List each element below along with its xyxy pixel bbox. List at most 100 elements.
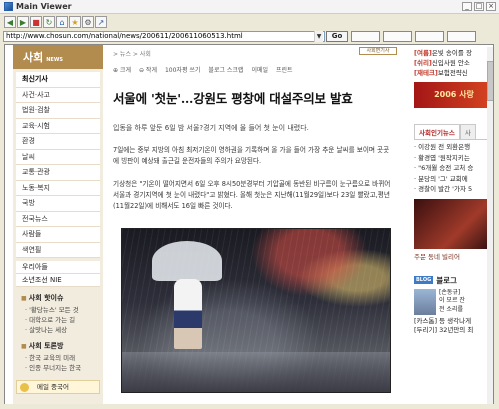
nav-list-secondary: 우리아들 소년조선 NIE xyxy=(16,261,100,287)
article-tool[interactable]: ⊖ 작게 xyxy=(139,65,157,74)
minimize-button[interactable]: _ xyxy=(462,2,472,11)
nav-item[interactable]: 노동·복지 xyxy=(16,181,100,196)
nav-item[interactable]: 색연필 xyxy=(16,243,100,258)
top-link[interactable]: [쉬리]신입사원 안소 xyxy=(414,58,493,68)
article-tool[interactable]: 블로그 스크랩 xyxy=(208,65,243,74)
top-link-text: 신입사원 안소 xyxy=(431,59,470,67)
article-headline: 서울에 '첫눈'…강원도 평창에 대설주의보 발효 xyxy=(113,91,353,106)
forum-item[interactable]: 한국 교육의 미래 xyxy=(25,353,103,363)
top-link[interactable]: [여름]은빛 송이를 장 xyxy=(414,48,493,58)
article: > 뉴스 > 사회 사회면기사 ⊕ 크게 ⊖ 작게 100자평 쓰기 블로그 스크랩 이… xyxy=(113,45,403,404)
ad-banner[interactable]: 2006 사랑 xyxy=(414,82,493,108)
nav-item[interactable]: 우리아들 xyxy=(16,261,100,274)
stop-icon[interactable]: ■ xyxy=(30,16,42,28)
maximize-button[interactable]: □ xyxy=(474,2,484,11)
extra-button-1[interactable] xyxy=(351,30,380,42)
nav-item[interactable]: 최신기사 xyxy=(16,72,100,88)
extra-button-2[interactable] xyxy=(383,30,412,42)
blog-thumbnail[interactable] xyxy=(414,288,436,315)
nav-item[interactable]: 날씨 xyxy=(16,150,100,165)
article-tool[interactable]: ⊕ 크게 xyxy=(113,65,131,74)
top-link-text: 보험전략신 xyxy=(437,69,468,77)
links-icon[interactable]: ↗ xyxy=(95,16,107,28)
blog-feature[interactable]: [손동규] 이 모르 잔전 소리를 xyxy=(414,288,493,315)
browser-toolbar: ◀ ▶ ■ ↻ ⌂ ★ ⚙ ↗ xyxy=(0,15,499,29)
hot-issue-list: '황당뉴스' 모든 것대학으로 가는 길살맛나는 세상 xyxy=(25,305,103,335)
url-input[interactable]: http://www.chosun.com/national/news/2006… xyxy=(3,30,325,42)
article-photo xyxy=(121,228,391,393)
ad-image[interactable] xyxy=(414,198,493,249)
blog-list-item[interactable]: [카스톰] 등 생각나게 xyxy=(414,317,493,326)
blog-list: [카스톰] 등 생각나게 [두리기] 32년만의 최 xyxy=(414,317,493,335)
popular-news-item[interactable]: "6개월 승전 고처 승 xyxy=(414,163,493,174)
popular-news-item[interactable]: 경찰이 발간 '가자 5 xyxy=(414,184,493,195)
popular-news-item[interactable]: 이강원 전 외환은행 xyxy=(414,142,493,153)
blog-badge: BLOG xyxy=(414,276,434,284)
favorites-icon[interactable]: ★ xyxy=(69,16,81,28)
popular-news-item[interactable]: 분당의 '그' 교회에 xyxy=(414,174,493,185)
forum-list: 한국 교육의 미래인종 무너지는 한국 xyxy=(25,353,103,373)
top-link-tag: [여름] xyxy=(414,49,432,57)
blog-list-item[interactable]: [두리기] 32년만의 최 xyxy=(414,326,493,335)
promo-icon xyxy=(20,383,29,392)
title-bar: Main Viewer _ □ × xyxy=(0,0,499,14)
top-link[interactable]: [재테크]보험전략신 xyxy=(414,68,493,78)
popular-news-item[interactable]: 황경엽 '원작지키는 xyxy=(414,153,493,164)
tab-popular-news[interactable]: 사회인기뉴스 xyxy=(414,124,460,139)
umbrella xyxy=(152,241,222,281)
app-icon xyxy=(4,2,13,11)
extra-button-3[interactable] xyxy=(415,30,444,42)
chevron-down-icon[interactable]: ▼ xyxy=(314,30,323,42)
forum-item[interactable]: 인종 무너지는 한국 xyxy=(25,363,103,373)
promo-banner[interactable]: 메일 중국어 xyxy=(16,380,100,394)
wet-street xyxy=(122,352,390,392)
hot-issue-item[interactable]: 대학으로 가는 길 xyxy=(25,315,103,325)
extra-button-4[interactable] xyxy=(447,30,476,42)
blog-teaser: [손동규] 이 모르 잔전 소리를 xyxy=(439,289,465,315)
tab-other[interactable]: 사 xyxy=(459,124,476,139)
forum-heading: 사회 토론방 xyxy=(21,341,103,351)
top-link-tag: [쉬리] xyxy=(414,59,432,67)
blog-header: BLOG 블로그 xyxy=(414,275,493,286)
blog-title[interactable]: 블로그 xyxy=(436,275,457,286)
nav-item[interactable]: 교육·시험 xyxy=(16,119,100,134)
address-bar: http://www.chosun.com/national/news/2006… xyxy=(3,30,499,42)
status-bar xyxy=(0,404,499,409)
nav-item[interactable]: 국방 xyxy=(16,196,100,212)
blog-teaser-line: 이 모르 잔 xyxy=(439,297,465,304)
article-tool[interactable]: 100자평 쓰기 xyxy=(165,65,200,74)
back-icon[interactable]: ◀ xyxy=(4,16,16,28)
section-back-button[interactable]: 사회면기사 xyxy=(359,47,397,55)
scrollbar-thumb[interactable] xyxy=(487,61,493,101)
refresh-icon[interactable]: ↻ xyxy=(43,16,55,28)
go-button[interactable]: Go xyxy=(326,30,348,42)
close-button[interactable]: × xyxy=(486,2,496,11)
popular-news-list: 이강원 전 외환은행황경엽 '원작지키는"6개월 승전 고처 승분당의 '그' … xyxy=(414,139,493,195)
nav-item[interactable]: 교통·관광 xyxy=(16,165,100,181)
hot-issue-item[interactable]: 살맛나는 세상 xyxy=(25,325,103,335)
hot-issue-item[interactable]: '황당뉴스' 모든 것 xyxy=(25,305,103,315)
tools-icon[interactable]: ⚙ xyxy=(82,16,94,28)
nav-item[interactable]: 사건·사고 xyxy=(16,88,100,103)
left-navigation: 사회 NEWS 최신기사 사건·사고 법원·검찰 교육·시험 환경 날씨 교통·관광 노동·복지… xyxy=(13,45,103,404)
blog-teaser-line: 전 소리를 xyxy=(439,305,463,313)
vertical-scrollbar[interactable] xyxy=(487,47,493,404)
nav-list: 최신기사 사건·사고 법원·검찰 교육·시험 환경 날씨 교통·관광 노동·복지 국방 전국뉴스 사… xyxy=(16,72,100,258)
nav-item[interactable]: 환경 xyxy=(16,134,100,150)
nav-item[interactable]: 법원·검찰 xyxy=(16,103,100,119)
pedestrian xyxy=(174,279,202,349)
forward-icon[interactable]: ▶ xyxy=(17,16,29,28)
ad-caption[interactable]: 주문 동네 빌리어 xyxy=(414,251,493,261)
top-links: [여름]은빛 송이를 장 [쉬리]신입사원 안소 [재테크]보험전략신 xyxy=(414,48,493,78)
nav-item[interactable]: 사람들 xyxy=(16,227,100,243)
article-tool[interactable]: 프린트 xyxy=(276,65,293,74)
nav-item[interactable]: 전국뉴스 xyxy=(16,212,100,227)
article-toolbar: ⊕ 크게 ⊖ 작게 100자평 쓰기 블로그 스크랩 이메일 프린트 xyxy=(113,65,403,74)
top-link-text: 은빛 송이를 장 xyxy=(431,49,472,57)
article-paragraph-1: 7일에는 중부 지방의 아침 최저기온이 영하권을 기록하며 올 가을 들어 가… xyxy=(113,146,390,165)
right-column: [여름]은빛 송이를 장 [쉬리]신입사원 안소 [재테크]보험전략신 2006 사… xyxy=(414,45,493,404)
home-icon[interactable]: ⌂ xyxy=(56,16,68,28)
nav-item[interactable]: 소년조선 NIE xyxy=(16,274,100,287)
promo-label: 메일 중국어 xyxy=(37,383,69,391)
article-tool[interactable]: 이메일 xyxy=(251,65,268,74)
